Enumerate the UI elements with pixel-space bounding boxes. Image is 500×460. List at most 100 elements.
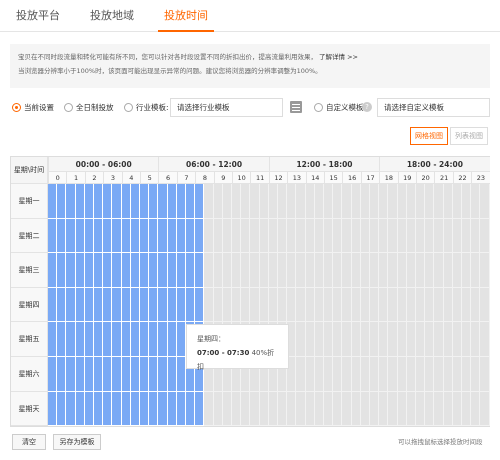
time-slot-cell[interactable] <box>250 218 260 254</box>
time-slot-cell[interactable] <box>149 322 159 357</box>
time-slot-cell[interactable] <box>370 184 380 219</box>
time-slot-cell[interactable] <box>75 184 85 219</box>
time-slot-cell[interactable] <box>94 287 104 323</box>
time-slot-cell[interactable] <box>314 322 324 357</box>
time-slot-cell[interactable] <box>48 218 58 254</box>
time-slot-cell[interactable] <box>66 253 76 288</box>
time-slot-cell[interactable] <box>397 287 407 323</box>
time-slot-cell[interactable] <box>462 253 472 288</box>
time-slot-cell[interactable] <box>397 322 407 357</box>
time-slot-cell[interactable] <box>324 322 334 357</box>
time-slot-cell[interactable] <box>94 357 104 392</box>
time-slot-cell[interactable] <box>351 322 361 357</box>
time-slot-cell[interactable] <box>121 218 131 254</box>
time-slot-cell[interactable] <box>397 218 407 254</box>
clear-button[interactable]: 清空 <box>12 434 46 450</box>
time-slot-cell[interactable] <box>370 357 380 392</box>
time-slot-cell[interactable] <box>416 391 426 427</box>
time-slot-cell[interactable] <box>121 184 131 219</box>
time-slot-cell[interactable] <box>66 357 76 392</box>
time-slot-cell[interactable] <box>259 253 269 288</box>
time-slot-cell[interactable] <box>195 218 205 254</box>
time-slot-cell[interactable] <box>57 287 67 323</box>
time-slot-cell[interactable] <box>57 357 67 392</box>
time-slot-cell[interactable] <box>278 184 288 219</box>
time-slot-cell[interactable] <box>130 184 140 219</box>
time-slot-cell[interactable] <box>57 218 67 254</box>
time-slot-cell[interactable] <box>158 391 168 427</box>
time-slot-cell[interactable] <box>480 184 490 219</box>
time-slot-cell[interactable] <box>57 253 67 288</box>
time-slot-cell[interactable] <box>416 184 426 219</box>
time-slot-cell[interactable] <box>360 184 370 219</box>
time-slot-cell[interactable] <box>112 218 122 254</box>
time-slot-cell[interactable] <box>480 322 490 357</box>
time-slot-cell[interactable] <box>360 253 370 288</box>
time-slot-cell[interactable] <box>425 357 435 392</box>
time-slot-cell[interactable] <box>452 357 462 392</box>
time-slot-cell[interactable] <box>167 391 177 427</box>
time-slot-cell[interactable] <box>167 184 177 219</box>
time-slot-cell[interactable] <box>416 322 426 357</box>
time-slot-cell[interactable] <box>443 391 453 427</box>
time-slot-cell[interactable] <box>84 287 94 323</box>
time-slot-cell[interactable] <box>176 287 186 323</box>
time-slot-cell[interactable] <box>443 287 453 323</box>
time-slot-cell[interactable] <box>222 184 232 219</box>
time-slot-cell[interactable] <box>195 287 205 323</box>
time-slot-cell[interactable] <box>452 184 462 219</box>
time-slot-cell[interactable] <box>452 287 462 323</box>
time-slot-cell[interactable] <box>443 253 453 288</box>
time-slot-cell[interactable] <box>471 322 481 357</box>
time-slot-cell[interactable] <box>314 218 324 254</box>
time-slot-cell[interactable] <box>370 253 380 288</box>
time-slot-cell[interactable] <box>103 253 113 288</box>
time-slot-cell[interactable] <box>388 287 398 323</box>
time-slot-cell[interactable] <box>103 218 113 254</box>
time-slot-cell[interactable] <box>416 357 426 392</box>
time-slot-cell[interactable] <box>324 218 334 254</box>
time-slot-cell[interactable] <box>48 391 58 427</box>
time-slot-cell[interactable] <box>167 322 177 357</box>
time-slot-cell[interactable] <box>305 184 315 219</box>
time-slot-cell[interactable] <box>268 253 278 288</box>
time-slot-cell[interactable] <box>130 287 140 323</box>
time-slot-cell[interactable] <box>112 322 122 357</box>
time-slot-cell[interactable] <box>176 218 186 254</box>
time-slot-cell[interactable] <box>149 391 159 427</box>
time-slot-cell[interactable] <box>342 184 352 219</box>
time-slot-cell[interactable] <box>287 391 297 427</box>
time-slot-cell[interactable] <box>425 253 435 288</box>
time-slot-cell[interactable] <box>213 184 223 219</box>
time-slot-cell[interactable] <box>406 287 416 323</box>
time-slot-cell[interactable] <box>75 253 85 288</box>
radio-current[interactable] <box>12 103 21 112</box>
time-slot-cell[interactable] <box>186 184 196 219</box>
time-slot-cell[interactable] <box>360 218 370 254</box>
time-slot-cell[interactable] <box>268 184 278 219</box>
time-slot-cell[interactable] <box>232 184 242 219</box>
time-slot-cell[interactable] <box>112 253 122 288</box>
time-slot-cell[interactable] <box>130 391 140 427</box>
time-slot-cell[interactable] <box>471 357 481 392</box>
time-slot-cell[interactable] <box>94 322 104 357</box>
time-slot-cell[interactable] <box>241 218 251 254</box>
time-slot-cell[interactable] <box>305 253 315 288</box>
time-slot-cell[interactable] <box>370 287 380 323</box>
time-slot-cell[interactable] <box>250 184 260 219</box>
time-slot-cell[interactable] <box>232 287 242 323</box>
time-slot-cell[interactable] <box>342 287 352 323</box>
time-slot-cell[interactable] <box>379 184 389 219</box>
time-slot-cell[interactable] <box>66 287 76 323</box>
time-slot-cell[interactable] <box>287 184 297 219</box>
time-slot-cell[interactable] <box>103 184 113 219</box>
time-slot-cell[interactable] <box>204 287 214 323</box>
time-slot-cell[interactable] <box>204 253 214 288</box>
time-slot-cell[interactable] <box>397 357 407 392</box>
time-slot-cell[interactable] <box>186 391 196 427</box>
time-slot-cell[interactable] <box>314 287 324 323</box>
time-slot-cell[interactable] <box>452 391 462 427</box>
time-slot-cell[interactable] <box>241 184 251 219</box>
time-slot-cell[interactable] <box>416 287 426 323</box>
time-slot-cell[interactable] <box>333 391 343 427</box>
